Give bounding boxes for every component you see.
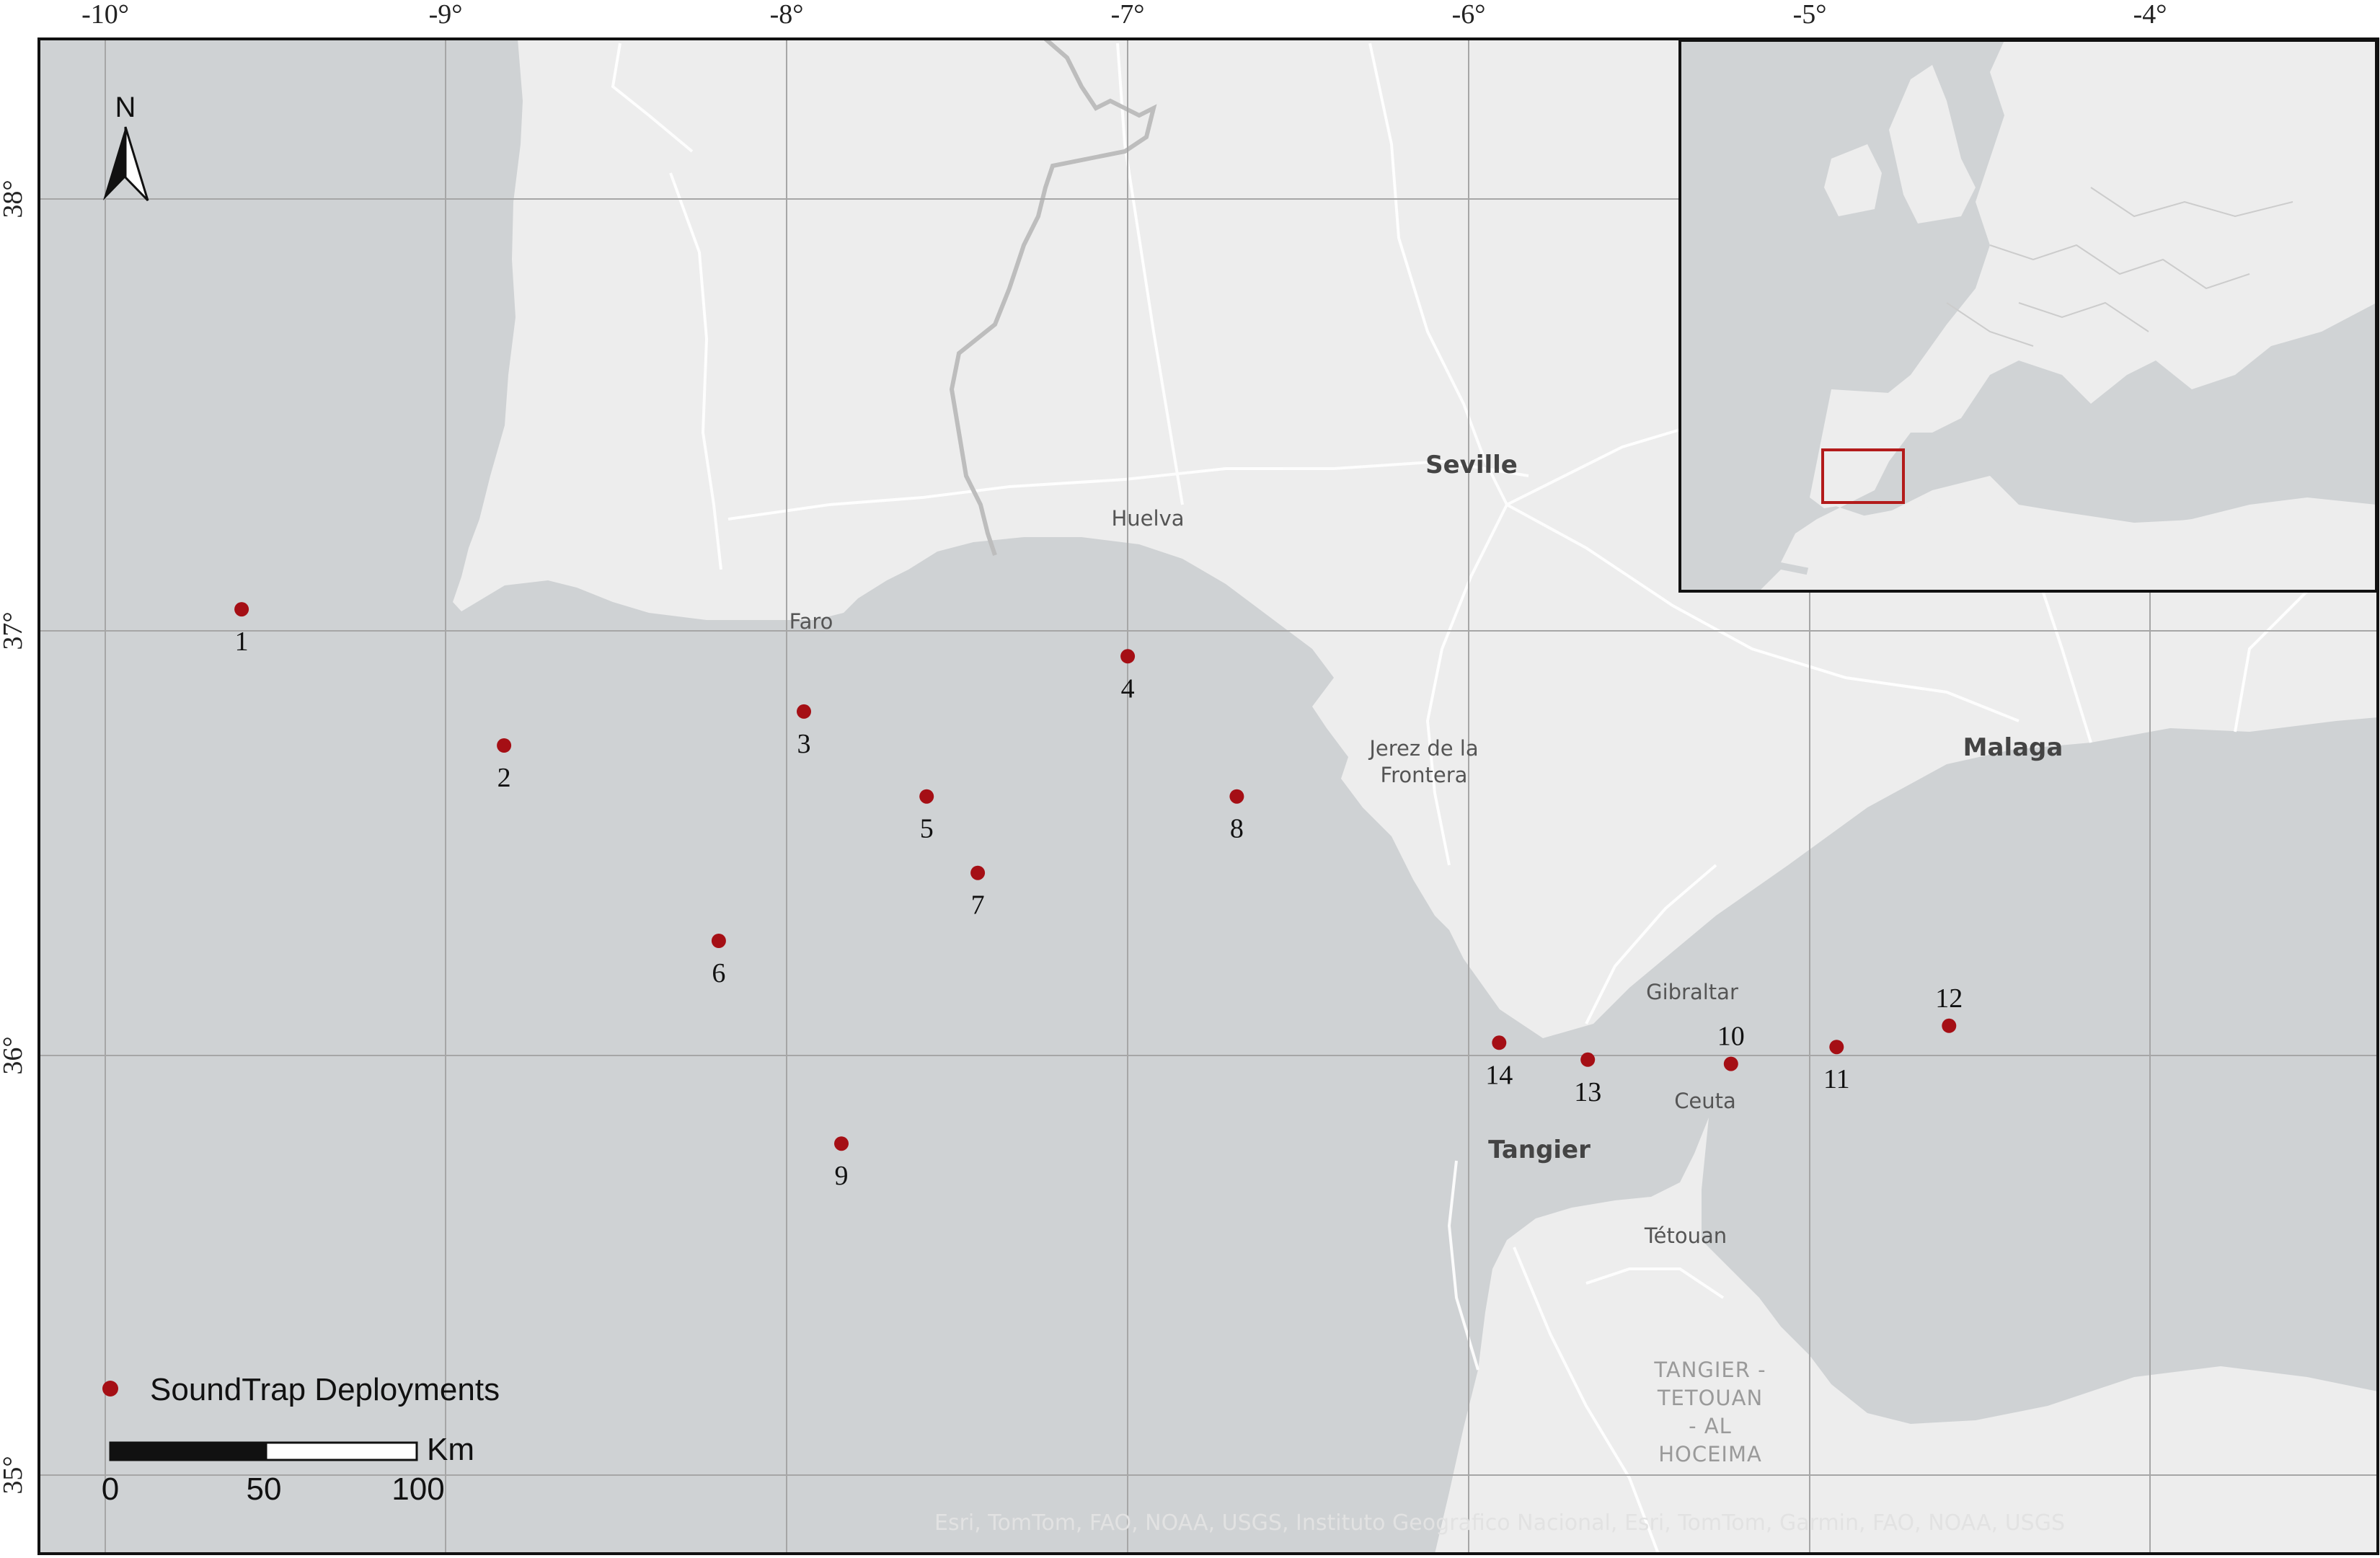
deployment-label-4: 4: [1121, 673, 1135, 704]
region-line-2: TETOUAN: [1657, 1386, 1763, 1410]
deployment-label-5: 5: [920, 814, 934, 844]
legend: SoundTrap Deployments: [102, 1372, 500, 1407]
lat-tick-label: 36°: [0, 1036, 28, 1074]
deployment-label-13: 13: [1574, 1077, 1601, 1107]
city-tetouan: Tétouan: [1644, 1223, 1727, 1248]
deployment-marker-11[interactable]: [1829, 1040, 1844, 1055]
deployment-marker-13[interactable]: [1580, 1052, 1596, 1067]
lon-tick-label: -8°: [770, 0, 804, 30]
city-tangier: Tangier: [1488, 1136, 1591, 1164]
deployment-marker-4[interactable]: [1120, 649, 1136, 664]
scale-unit: Km: [427, 1432, 474, 1467]
deployment-marker-14[interactable]: [1492, 1035, 1507, 1050]
deployment-marker-8[interactable]: [1229, 789, 1244, 804]
region-line-3: - AL: [1689, 1414, 1732, 1438]
city-jerez-line1: Jerez de la: [1368, 736, 1478, 761]
lon-tick-label: -10°: [81, 0, 129, 30]
scale-tick-100: 100: [391, 1471, 444, 1507]
north-label: N: [115, 92, 136, 123]
scale-bar-segment-black: [109, 1441, 267, 1461]
deployment-label-2: 2: [497, 763, 511, 793]
region-line-4: HOCEIMA: [1658, 1442, 1762, 1466]
city-seville: Seville: [1425, 451, 1518, 479]
deployment-label-6: 6: [712, 958, 725, 988]
deployment-label-10: 10: [1717, 1022, 1745, 1052]
deployment-label-3: 3: [797, 729, 811, 759]
city-ceuta: Ceuta: [1674, 1089, 1736, 1113]
deployment-label-1: 1: [235, 627, 249, 657]
lat-tick-label: 35°: [0, 1456, 28, 1494]
attribution: Esri, TomTom, FAO, NOAA, USGS, Instituto…: [934, 1510, 2065, 1536]
city-huelva: Huelva: [1111, 506, 1184, 531]
latitude-ticks: 38° 37° 36° 35°: [0, 180, 28, 1494]
deployment-marker-9[interactable]: [834, 1136, 849, 1151]
city-faro: Faro: [789, 609, 833, 634]
lon-tick-label: -4°: [2133, 0, 2167, 30]
deployment-marker-12[interactable]: [1942, 1018, 1957, 1033]
longitude-ticks: -10° -9° -8° -7° -6° -5° -4°: [81, 0, 2167, 30]
deployment-label-9: 9: [835, 1161, 849, 1191]
lat-tick-label: 37°: [0, 611, 28, 650]
legend-label: SoundTrap Deployments: [150, 1372, 500, 1407]
deployment-label-12: 12: [1935, 983, 1963, 1014]
deployment-marker-10[interactable]: [1723, 1056, 1738, 1071]
lon-tick-label: -6°: [1452, 0, 1486, 30]
deployment-marker-3[interactable]: [797, 704, 811, 719]
deployment-marker-5[interactable]: [919, 789, 934, 804]
scale-bar-segment-white: [265, 1441, 418, 1461]
deployment-label-11: 11: [1823, 1064, 1850, 1094]
inset-map[interactable]: [1680, 40, 2376, 591]
deployment-marker-2[interactable]: [497, 738, 512, 753]
city-gibraltar: Gibraltar: [1646, 980, 1738, 1004]
region-line-1: TANGIER -: [1653, 1358, 1766, 1382]
deployment-label-7: 7: [971, 890, 985, 921]
lon-tick-label: -7°: [1111, 0, 1145, 30]
lat-tick-label: 38°: [0, 180, 28, 218]
scale-tick-50: 50: [247, 1471, 282, 1507]
scale-tick-0: 0: [102, 1471, 119, 1507]
deployment-marker-7[interactable]: [970, 865, 986, 880]
city-jerez-line2: Frontera: [1381, 763, 1468, 787]
inset-north-africa: [1802, 505, 2376, 591]
deployment-label-14: 14: [1485, 1060, 1513, 1090]
lon-tick-label: -9°: [429, 0, 463, 30]
deployment-marker-1[interactable]: [234, 602, 249, 617]
city-malaga: Malaga: [1963, 733, 2063, 762]
map-figure: Seville Huelva Faro Jerez de la Frontera…: [0, 0, 2379, 1555]
deployment-marker-6[interactable]: [711, 934, 726, 948]
deployment-label-8: 8: [1230, 814, 1244, 844]
lon-tick-label: -5°: [1793, 0, 1827, 30]
legend-marker: [102, 1381, 118, 1397]
